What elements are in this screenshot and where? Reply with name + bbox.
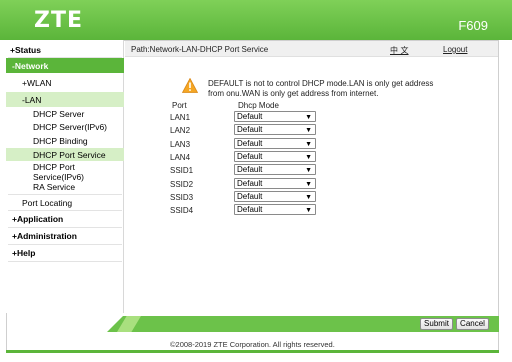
- model-name: F609: [458, 18, 488, 33]
- sidebar-item-ra-service[interactable]: RA Service: [33, 182, 151, 192]
- divider: [8, 194, 122, 195]
- dhcp-mode-select[interactable]: Default ▼: [234, 204, 316, 215]
- select-value: Default: [237, 125, 263, 134]
- chevron-down-icon: ▼: [305, 154, 312, 161]
- sidebar-item-administration[interactable]: +Administration: [12, 231, 130, 241]
- sidebar-item-wlan[interactable]: +WLAN: [22, 78, 140, 88]
- chevron-down-icon: ▼: [305, 207, 312, 214]
- port-label: LAN2: [170, 126, 191, 135]
- port-label: SSID3: [170, 193, 194, 202]
- dhcp-mode-select[interactable]: Default ▼: [234, 178, 316, 189]
- sidebar-item-dhcp-binding[interactable]: DHCP Binding: [33, 136, 151, 146]
- port-label: LAN3: [170, 140, 191, 149]
- header-bar: ZTE F609: [0, 0, 512, 40]
- sidebar-item-label: DHCP Port: [33, 162, 75, 172]
- chevron-down-icon: ▼: [305, 114, 312, 121]
- sidebar-item-help[interactable]: +Help: [12, 248, 130, 258]
- dhcp-mode-select[interactable]: Default ▼: [234, 111, 316, 122]
- notice-text: DEFAULT is not to control DHCP mode.LAN …: [208, 79, 468, 99]
- sidebar-item-network[interactable]: -Network: [12, 61, 130, 71]
- select-value: Default: [237, 139, 263, 148]
- chevron-down-icon: ▼: [305, 127, 312, 134]
- sidebar-item-dhcp-port-service-ipv6[interactable]: DHCP Port Service(IPv6): [33, 162, 151, 182]
- divider: [8, 57, 122, 58]
- logout-link[interactable]: Logout: [443, 45, 467, 54]
- select-value: Default: [237, 165, 263, 174]
- notice-line: DEFAULT is not to control DHCP mode.LAN …: [208, 79, 434, 88]
- sidebar-item-status[interactable]: +Status: [10, 45, 128, 55]
- notice-line: from onu.WAN is only get address from in…: [208, 89, 379, 98]
- column-header-dhcp-mode: Dhcp Mode: [238, 101, 279, 110]
- sidebar-item-label: Service(IPv6): [33, 172, 85, 182]
- chevron-down-icon: ▼: [305, 194, 312, 201]
- chevron-down-icon: ▼: [305, 181, 312, 188]
- copyright-text: ©2008-2019 ZTE Corporation. All rights r…: [170, 340, 335, 349]
- select-value: Default: [237, 152, 263, 161]
- divider: [8, 210, 122, 211]
- sidebar-item-dhcp-server-ipv6[interactable]: DHCP Server(IPv6): [33, 122, 151, 132]
- dhcp-mode-select[interactable]: Default ▼: [234, 124, 316, 135]
- zte-logo: ZTE: [34, 8, 83, 33]
- sidebar-item-dhcp-port-service[interactable]: DHCP Port Service: [33, 150, 151, 160]
- language-link[interactable]: 中 文: [390, 45, 409, 56]
- port-label: LAN1: [170, 113, 191, 122]
- dhcp-mode-select[interactable]: Default ▼: [234, 191, 316, 202]
- port-label: SSID2: [170, 180, 194, 189]
- dhcp-mode-select[interactable]: Default ▼: [234, 138, 316, 149]
- chevron-down-icon: ▼: [305, 141, 312, 148]
- port-label: SSID1: [170, 166, 194, 175]
- dhcp-mode-select[interactable]: Default ▼: [234, 151, 316, 162]
- breadcrumb: Path:Network-LAN-DHCP Port Service: [131, 45, 269, 54]
- warning-icon: [182, 78, 198, 93]
- divider: [8, 261, 122, 262]
- sidebar-item-dhcp-server[interactable]: DHCP Server: [33, 109, 151, 119]
- sidebar-item-port-locating[interactable]: Port Locating: [22, 198, 140, 208]
- path-bar: Path:Network-LAN-DHCP Port Service 中 文 L…: [125, 41, 498, 57]
- cancel-button[interactable]: Cancel: [456, 318, 489, 330]
- sidebar-item-application[interactable]: +Application: [12, 214, 130, 224]
- select-value: Default: [237, 192, 263, 201]
- port-label: LAN4: [170, 153, 191, 162]
- bottom-bar: [6, 350, 499, 353]
- port-label: SSID4: [170, 206, 194, 215]
- divider: [8, 227, 122, 228]
- select-value: Default: [237, 179, 263, 188]
- sidebar: +Status -Network +WLAN -LAN DHCP Server …: [6, 40, 124, 332]
- column-header-port: Port: [172, 101, 187, 110]
- select-value: Default: [237, 112, 263, 121]
- submit-button[interactable]: Submit: [420, 318, 453, 330]
- sidebar-item-lan[interactable]: -LAN: [22, 95, 140, 105]
- chevron-down-icon: ▼: [305, 167, 312, 174]
- select-value: Default: [237, 205, 263, 214]
- divider: [8, 244, 122, 245]
- dhcp-mode-select[interactable]: Default ▼: [234, 164, 316, 175]
